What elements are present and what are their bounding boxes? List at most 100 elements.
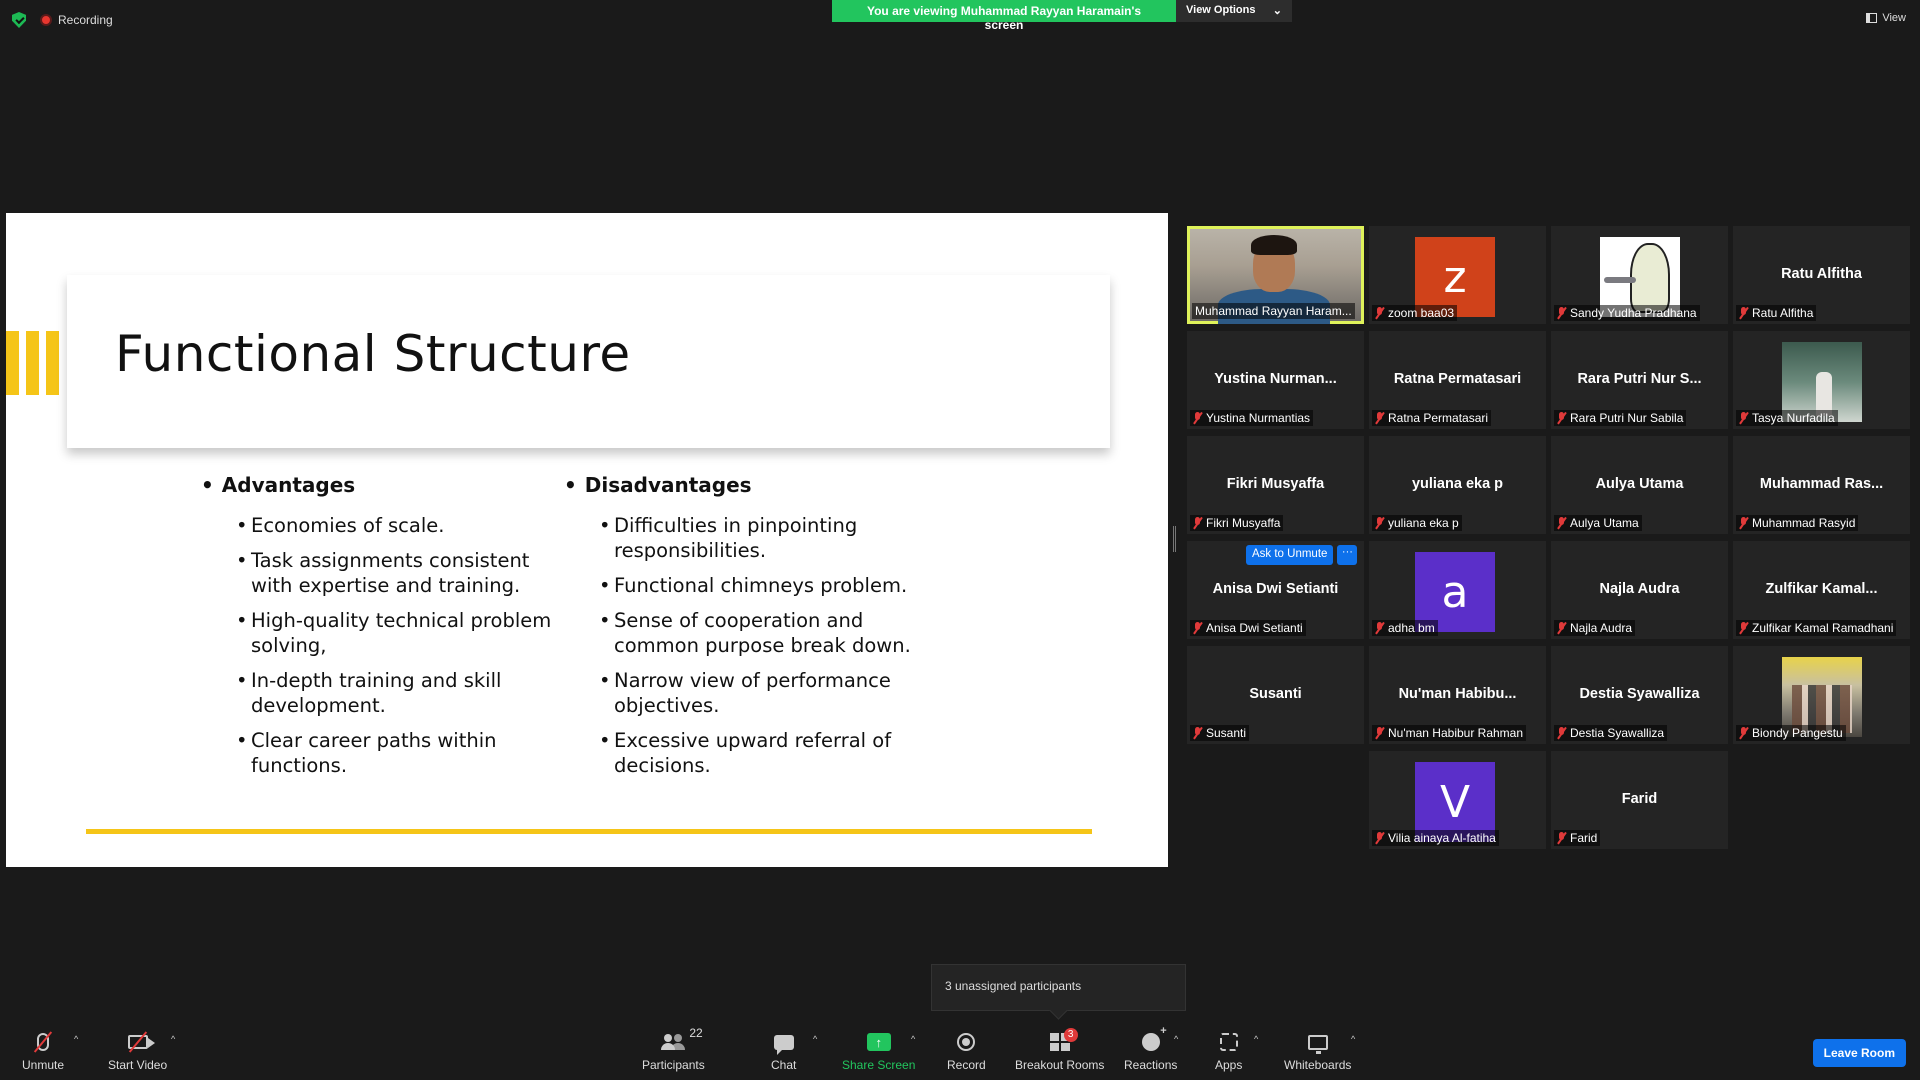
participant-tile[interactable]: Ratna Permatasari Ratna Permatasari [1369,331,1546,429]
view-button[interactable]: View [1866,12,1906,24]
security-shield-icon[interactable] [12,12,26,28]
more-options-button[interactable]: ··· [1337,545,1358,565]
participant-display-name: Farid [1621,791,1658,807]
participant-name-label: Farid [1554,830,1601,846]
disadvantages-list: Difficulties in pinpointing responsibili… [599,513,944,778]
participant-name: Yustina Nurmantias [1206,411,1311,425]
participant-tile[interactable]: Tasya Nurfadila [1733,331,1910,429]
participant-tile[interactable]: Ratu Alfitha Ratu Alfitha [1733,226,1910,324]
record-icon [957,1033,976,1051]
muted-mic-icon [1739,307,1748,319]
recording-indicator[interactable]: Recording [40,13,113,27]
participants-button[interactable]: 22 Participants [642,1026,705,1072]
participant-tile[interactable]: yuliana eka p yuliana eka p [1369,436,1546,534]
top-left-status: Recording [12,10,113,30]
ask-to-unmute-button[interactable]: Ask to Unmute [1246,545,1334,565]
participant-tile[interactable]: V Vilia ainaya Al-fatiha [1369,751,1546,849]
participant-name: Vilia ainaya Al-fatiha [1388,831,1496,845]
participant-display-name: Destia Syawalliza [1579,686,1700,702]
muted-mic-icon [1557,517,1566,529]
chat-button[interactable]: Chat [771,1028,796,1072]
view-options-button[interactable]: View Options ⌄ [1176,0,1292,22]
participant-tile[interactable]: Sandy Yudha Pradhana [1551,226,1728,324]
participant-display-name: Rara Putri Nur S... [1577,371,1702,387]
whiteboards-options-caret[interactable]: ^ [1351,1034,1355,1044]
participant-display-name: Muhammad Ras... [1759,476,1884,492]
share-screen-icon: ↑ [866,1033,891,1051]
whiteboards-button[interactable]: Whiteboards [1284,1028,1351,1072]
share-options-caret[interactable]: ^ [911,1034,915,1044]
apps-icon [1219,1033,1238,1051]
participant-tile[interactable]: a adha bm [1369,541,1546,639]
view-layout-icon [1866,13,1878,23]
participant-name: Muhammad Rasyid [1752,516,1856,530]
participant-tile[interactable]: z zoom baa03 [1369,226,1546,324]
participant-tile[interactable]: Najla Audra Najla Audra [1551,541,1728,639]
tile-hover-actions: Ask to Unmute ··· [1246,545,1358,565]
participant-name-label: Vilia ainaya Al-fatiha [1372,830,1499,846]
apps-button[interactable]: Apps [1215,1028,1242,1072]
participant-tile[interactable]: Nu'man Habibu... Nu'man Habibur Rahman [1369,646,1546,744]
participant-name: Rara Putri Nur Sabila [1570,411,1684,425]
muted-mic-icon [1375,412,1384,424]
list-item: In-depth training and skill development. [236,668,561,718]
leave-room-button[interactable]: Leave Room [1812,1039,1906,1067]
participant-tile[interactable]: Susanti Susanti [1187,646,1364,744]
resize-handle[interactable] [1173,526,1176,552]
participant-display-name: Najla Audra [1599,581,1680,597]
unmute-label: Unmute [22,1058,65,1072]
participant-tile[interactable]: Fikri Musyaffa Fikri Musyaffa [1187,436,1364,534]
unmute-button[interactable]: Unmute [22,1028,64,1072]
whiteboard-icon [1307,1034,1328,1054]
participant-display-name: Ratu Alfitha [1781,266,1862,282]
start-video-button[interactable]: Start Video [108,1028,167,1072]
slide-underline [86,829,1092,834]
muted-mic-icon [1375,622,1384,634]
advantages-list: Economies of scale. Task assignments con… [236,513,561,778]
participant-gallery: Muhammad Rayyan Haram... z zoom baa03 Sandy… [1187,226,1910,849]
reactions-button[interactable]: Reactions [1124,1025,1178,1072]
participant-name-label: Muhammad Rayyan Haram... [1192,303,1355,319]
participant-display-name: Fikri Musyaffa [1226,476,1325,492]
participant-name-label: Susanti [1190,725,1250,741]
record-button[interactable]: Record [947,1028,986,1072]
muted-mic-icon [1193,412,1202,424]
participant-name: Anisa Dwi Setianti [1206,621,1303,635]
muted-mic-icon [1739,727,1748,739]
participant-tile[interactable]: Rara Putri Nur S... Rara Putri Nur Sabila [1551,331,1728,429]
start-video-label: Start Video [108,1058,168,1072]
chat-label: Chat [771,1058,797,1072]
participant-tile[interactable]: Destia Syawalliza Destia Syawalliza [1551,646,1728,744]
apps-label: Apps [1215,1058,1243,1072]
participant-tile[interactable]: Yustina Nurman... Yustina Nurmantias [1187,331,1364,429]
participant-tile[interactable]: Farid Farid [1551,751,1728,849]
participant-tile[interactable]: Anisa Dwi Setianti Anisa Dwi Setianti Ask … [1187,541,1364,639]
slide-accent-bars [6,331,59,395]
reactions-options-caret[interactable]: ^ [1174,1034,1178,1044]
reactions-label: Reactions [1124,1058,1178,1072]
video-options-caret[interactable]: ^ [171,1034,175,1044]
breakout-rooms-label: Breakout Rooms [1015,1058,1105,1072]
participant-tile[interactable]: Muhammad Ras... Muhammad Rasyid [1733,436,1910,534]
disadvantages-heading: • Disadvantages [564,473,752,497]
participant-name-label: Nu'man Habibur Rahman [1372,725,1527,741]
share-screen-button[interactable]: ↑ Share Screen [842,1028,915,1072]
participant-name-label: Anisa Dwi Setianti [1190,620,1306,636]
participant-tile[interactable]: Aulya Utama Aulya Utama [1551,436,1728,534]
chat-options-caret[interactable]: ^ [813,1034,817,1044]
participant-name: Destia Syawalliza [1570,726,1665,740]
participant-name-label: adha bm [1372,620,1438,636]
view-label: View [1882,12,1906,24]
participant-name: Sandy Yudha Pradhana [1570,306,1697,320]
participant-tile[interactable]: Zulfikar Kamal... Zulfikar Kamal Ramadhan… [1733,541,1910,639]
viewing-banner: You are viewing Muhammad Rayyan Haramain… [832,0,1292,32]
breakout-rooms-button[interactable]: 3 Breakout Rooms [1015,1028,1104,1072]
apps-options-caret[interactable]: ^ [1254,1034,1258,1044]
participant-name: Fikri Musyaffa [1206,516,1281,530]
participant-name-label: Yustina Nurmantias [1190,410,1314,426]
participant-tile[interactable]: Biondy Pangestu [1733,646,1910,744]
participant-tile[interactable]: Muhammad Rayyan Haram... [1187,226,1364,324]
participant-name-label: zoom baa03 [1372,305,1458,321]
audio-options-caret[interactable]: ^ [74,1034,78,1044]
participant-display-name: Anisa Dwi Setianti [1212,581,1339,597]
